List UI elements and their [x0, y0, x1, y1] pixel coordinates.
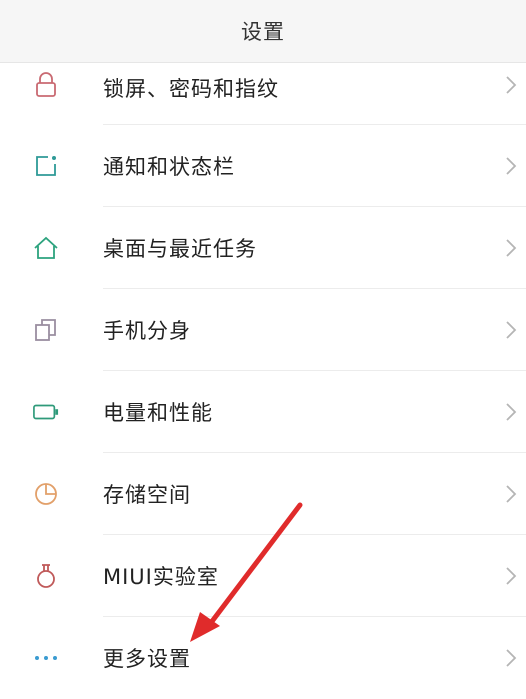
more-dots-icon [33, 645, 59, 671]
settings-item-battery[interactable]: 电量和性能 [0, 371, 526, 453]
chevron-right-icon [506, 649, 517, 667]
settings-item-dual-apps[interactable]: 手机分身 [0, 289, 526, 371]
settings-item-storage[interactable]: 存储空间 [0, 453, 526, 535]
battery-icon [33, 399, 59, 425]
lab-flask-icon [33, 563, 59, 589]
chevron-right-icon [506, 403, 517, 421]
settings-item-label: 存储空间 [103, 483, 191, 507]
settings-item-label: 手机分身 [103, 319, 191, 343]
chevron-right-icon [506, 485, 517, 503]
settings-item-label: 锁屏、密码和指纹 [103, 77, 279, 101]
settings-item-label: 更多设置 [103, 647, 191, 671]
clone-icon [33, 317, 59, 343]
settings-item-miui-lab[interactable]: MIUI实验室 [0, 535, 526, 617]
settings-item-label: 通知和状态栏 [103, 155, 235, 179]
settings-list: 锁屏、密码和指纹 通知和状态栏 桌面与最近任务 手机分身 电量和性能 存储空间 … [0, 63, 526, 699]
storage-pie-icon [33, 481, 59, 507]
chevron-right-icon [506, 239, 517, 257]
chevron-right-icon [506, 76, 517, 94]
chevron-right-icon [506, 157, 517, 175]
chevron-right-icon [506, 567, 517, 585]
settings-item-label: MIUI实验室 [103, 565, 219, 589]
title-bar: 设置 [0, 0, 526, 63]
settings-item-home-screen[interactable]: 桌面与最近任务 [0, 207, 526, 289]
page-title: 设置 [241, 20, 285, 44]
lock-icon [33, 72, 59, 98]
settings-item-lock-screen[interactable]: 锁屏、密码和指纹 [0, 63, 526, 125]
notification-icon [33, 153, 59, 179]
settings-item-label: 电量和性能 [103, 401, 213, 425]
chevron-right-icon [506, 321, 517, 339]
settings-item-notifications[interactable]: 通知和状态栏 [0, 125, 526, 207]
home-icon [33, 235, 59, 261]
settings-item-more-settings[interactable]: 更多设置 [0, 617, 526, 699]
settings-item-label: 桌面与最近任务 [103, 237, 257, 261]
